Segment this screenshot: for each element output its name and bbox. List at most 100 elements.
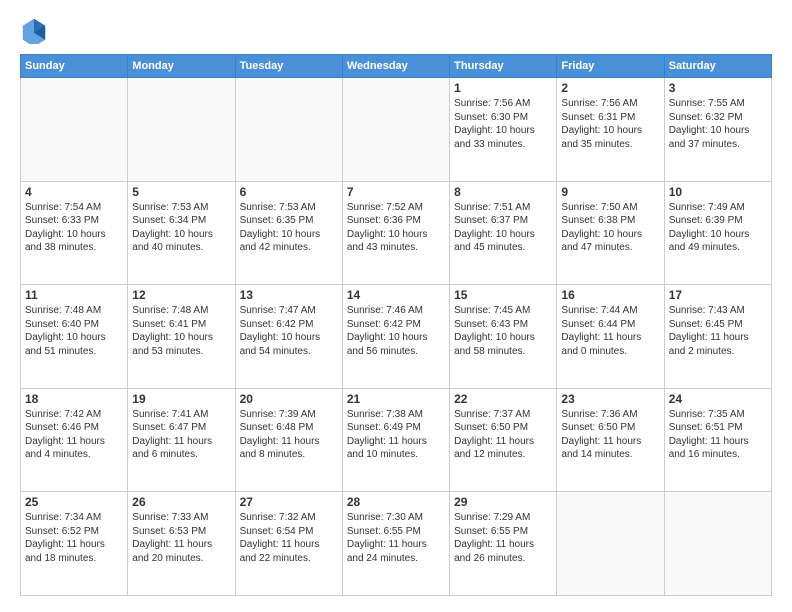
day-cell: 25 Sunrise: 7:34 AM Sunset: 6:52 PM Dayli… [21,492,128,596]
day-number: 4 [25,185,123,199]
day-cell: 17 Sunrise: 7:43 AM Sunset: 6:45 PM Dayli… [664,285,771,389]
day-number: 12 [132,288,230,302]
day-cell: 20 Sunrise: 7:39 AM Sunset: 6:48 PM Dayli… [235,388,342,492]
day-info: Sunrise: 7:55 AM Sunset: 6:32 PM Dayligh… [669,97,767,151]
day-cell: 5 Sunrise: 7:53 AM Sunset: 6:34 PM Daylig… [128,181,235,285]
day-cell: 4 Sunrise: 7:54 AM Sunset: 6:33 PM Daylig… [21,181,128,285]
day-cell [21,78,128,182]
day-info: Sunrise: 7:33 AM Sunset: 6:53 PM Dayligh… [132,511,230,565]
day-number: 23 [561,392,659,406]
day-info: Sunrise: 7:35 AM Sunset: 6:51 PM Dayligh… [669,408,767,462]
day-header-wednesday: Wednesday [342,55,449,78]
day-info: Sunrise: 7:34 AM Sunset: 6:52 PM Dayligh… [25,511,123,565]
day-number: 26 [132,495,230,509]
day-info: Sunrise: 7:30 AM Sunset: 6:55 PM Dayligh… [347,511,445,565]
week-row-1: 1Sunrise: 7:56 AM Sunset: 6:30 PM Daylig… [21,78,772,182]
day-cell: 12Sunrise: 7:48 AM Sunset: 6:41 PM Dayli… [128,285,235,389]
day-cell [557,492,664,596]
day-cell: 29Sunrise: 7:29 AM Sunset: 6:55 PM Dayli… [450,492,557,596]
day-cell: 2Sunrise: 7:56 AM Sunset: 6:31 PM Daylig… [557,78,664,182]
week-row-3: 11 Sunrise: 7:48 AM Sunset: 6:40 PM Dayli… [21,285,772,389]
day-info: Sunrise: 7:41 AM Sunset: 6:47 PM Dayligh… [132,408,230,462]
day-cell: 19 Sunrise: 7:41 AM Sunset: 6:47 PM Dayli… [128,388,235,492]
day-info: Sunrise: 7:48 AM Sunset: 6:40 PM Dayligh… [25,304,123,358]
week-row-5: 25 Sunrise: 7:34 AM Sunset: 6:52 PM Dayli… [21,492,772,596]
day-cell [342,78,449,182]
day-number: 19 [132,392,230,406]
day-info: Sunrise: 7:51 AM Sunset: 6:37 PM Dayligh… [454,201,552,255]
calendar-header-row: SundayMondayTuesdayWednesdayThursdayFrid… [21,55,772,78]
day-header-tuesday: Tuesday [235,55,342,78]
day-info: Sunrise: 7:50 AM Sunset: 6:38 PM Dayligh… [561,201,659,255]
logo [20,16,52,44]
day-cell: 27 Sunrise: 7:32 AM Sunset: 6:54 PM Dayli… [235,492,342,596]
day-number: 8 [454,185,552,199]
day-cell: 6 Sunrise: 7:53 AM Sunset: 6:35 PM Daylig… [235,181,342,285]
day-number: 25 [25,495,123,509]
day-info: Sunrise: 7:53 AM Sunset: 6:34 PM Dayligh… [132,201,230,255]
day-number: 11 [25,288,123,302]
day-info: Sunrise: 7:43 AM Sunset: 6:45 PM Dayligh… [669,304,767,358]
day-cell: 16 Sunrise: 7:44 AM Sunset: 6:44 PM Dayli… [557,285,664,389]
day-cell: 3 Sunrise: 7:55 AM Sunset: 6:32 PM Daylig… [664,78,771,182]
day-number: 3 [669,81,767,95]
day-cell: 23 Sunrise: 7:36 AM Sunset: 6:50 PM Dayli… [557,388,664,492]
day-info: Sunrise: 7:46 AM Sunset: 6:42 PM Dayligh… [347,304,445,358]
day-cell: 9 Sunrise: 7:50 AM Sunset: 6:38 PM Daylig… [557,181,664,285]
day-number: 20 [240,392,338,406]
day-number: 9 [561,185,659,199]
day-info: Sunrise: 7:52 AM Sunset: 6:36 PM Dayligh… [347,201,445,255]
day-number: 10 [669,185,767,199]
day-number: 7 [347,185,445,199]
day-info: Sunrise: 7:45 AM Sunset: 6:43 PM Dayligh… [454,304,552,358]
day-number: 22 [454,392,552,406]
day-header-monday: Monday [128,55,235,78]
day-cell: 7 Sunrise: 7:52 AM Sunset: 6:36 PM Daylig… [342,181,449,285]
day-number: 15 [454,288,552,302]
day-info: Sunrise: 7:56 AM Sunset: 6:30 PM Dayligh… [454,97,552,151]
day-info: Sunrise: 7:53 AM Sunset: 6:35 PM Dayligh… [240,201,338,255]
day-info: Sunrise: 7:38 AM Sunset: 6:49 PM Dayligh… [347,408,445,462]
day-cell: 28 Sunrise: 7:30 AM Sunset: 6:55 PM Dayli… [342,492,449,596]
day-info: Sunrise: 7:54 AM Sunset: 6:33 PM Dayligh… [25,201,123,255]
logo-icon [20,16,48,44]
day-cell [128,78,235,182]
week-row-4: 18Sunrise: 7:42 AM Sunset: 6:46 PM Dayli… [21,388,772,492]
page: SundayMondayTuesdayWednesdayThursdayFrid… [0,0,792,612]
day-number: 27 [240,495,338,509]
day-cell: 21Sunrise: 7:38 AM Sunset: 6:49 PM Dayli… [342,388,449,492]
day-cell: 24 Sunrise: 7:35 AM Sunset: 6:51 PM Dayli… [664,388,771,492]
day-cell: 13Sunrise: 7:47 AM Sunset: 6:42 PM Dayli… [235,285,342,389]
day-info: Sunrise: 7:37 AM Sunset: 6:50 PM Dayligh… [454,408,552,462]
day-cell: 22 Sunrise: 7:37 AM Sunset: 6:50 PM Dayli… [450,388,557,492]
day-info: Sunrise: 7:32 AM Sunset: 6:54 PM Dayligh… [240,511,338,565]
day-number: 24 [669,392,767,406]
day-info: Sunrise: 7:44 AM Sunset: 6:44 PM Dayligh… [561,304,659,358]
day-header-saturday: Saturday [664,55,771,78]
day-number: 13 [240,288,338,302]
day-number: 2 [561,81,659,95]
day-header-thursday: Thursday [450,55,557,78]
day-cell: 26 Sunrise: 7:33 AM Sunset: 6:53 PM Dayli… [128,492,235,596]
day-cell: 11 Sunrise: 7:48 AM Sunset: 6:40 PM Dayli… [21,285,128,389]
day-info: Sunrise: 7:39 AM Sunset: 6:48 PM Dayligh… [240,408,338,462]
day-cell: 10Sunrise: 7:49 AM Sunset: 6:39 PM Dayli… [664,181,771,285]
day-cell: 8 Sunrise: 7:51 AM Sunset: 6:37 PM Daylig… [450,181,557,285]
day-cell [235,78,342,182]
calendar-table: SundayMondayTuesdayWednesdayThursdayFrid… [20,54,772,596]
day-info: Sunrise: 7:36 AM Sunset: 6:50 PM Dayligh… [561,408,659,462]
day-number: 5 [132,185,230,199]
day-number: 6 [240,185,338,199]
day-number: 16 [561,288,659,302]
day-number: 14 [347,288,445,302]
day-info: Sunrise: 7:42 AM Sunset: 6:46 PM Dayligh… [25,408,123,462]
day-header-sunday: Sunday [21,55,128,78]
day-info: Sunrise: 7:29 AM Sunset: 6:55 PM Dayligh… [454,511,552,565]
day-cell: 15 Sunrise: 7:45 AM Sunset: 6:43 PM Dayli… [450,285,557,389]
day-header-friday: Friday [557,55,664,78]
day-number: 17 [669,288,767,302]
day-cell: 14 Sunrise: 7:46 AM Sunset: 6:42 PM Dayli… [342,285,449,389]
day-number: 28 [347,495,445,509]
week-row-2: 4 Sunrise: 7:54 AM Sunset: 6:33 PM Daylig… [21,181,772,285]
header [20,16,772,44]
